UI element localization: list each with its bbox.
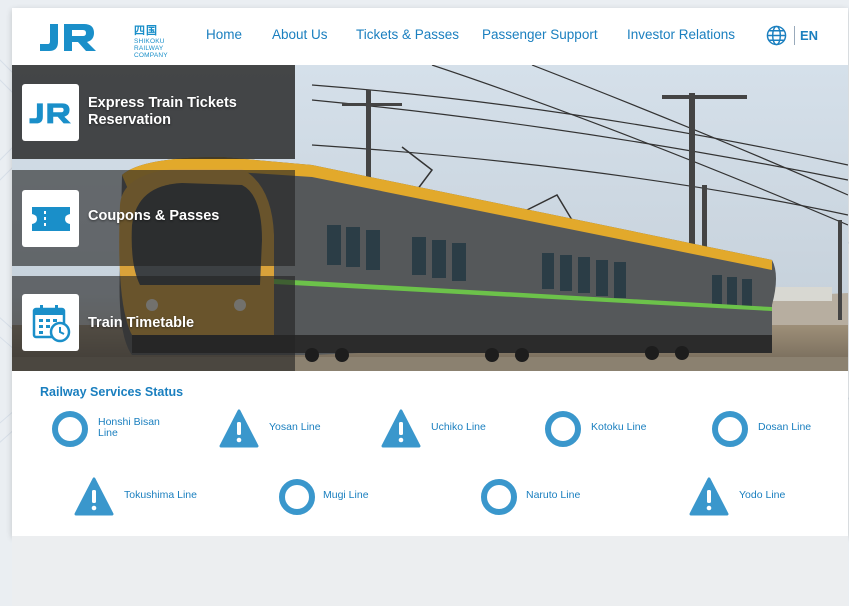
warning-icon [689,477,729,516]
calendar-clock-icon [22,294,79,351]
normal-circle-icon [279,479,315,515]
menu-express-tickets[interactable]: Express Train Tickets Reservation [12,65,295,159]
status-line-name: Mugi Line [323,489,369,501]
logo-subtitle: SHIKOKU RAILWAY COMPANY [134,38,188,59]
main-card: 四国 SHIKOKU RAILWAY COMPANY Home About Us… [12,8,848,536]
nav-passenger-support[interactable]: Passenger Support [482,27,598,42]
status-yosan-line[interactable]: Yosan Line [219,409,339,449]
status-naruto-line[interactable]: Naruto Line [479,477,599,517]
menu-train-timetable[interactable]: Train Timetable [12,276,295,371]
footer-area [12,536,848,606]
status-line-name: Yodo Line [739,489,786,501]
language-toggle[interactable]: EN [800,28,818,43]
menu-coupons-passes-label: Coupons & Passes [88,208,220,224]
warning-icon [74,477,114,516]
status-section-title: Railway Services Status [40,385,184,399]
site-logo[interactable]: 四国 SHIKOKU RAILWAY COMPANY [38,20,188,59]
jr-logo-icon [22,84,79,141]
hero-banner: Express Train Tickets Reservation Coupon… [12,65,848,371]
menu-label-line2: Reservation [88,112,172,128]
globe-icon[interactable] [766,25,787,46]
hero-quick-menu: Express Train Tickets Reservation Coupon… [12,65,295,371]
nav-tickets-passes[interactable]: Tickets & Passes [356,27,459,42]
status-line-name: Uchiko Line [431,421,486,433]
warning-icon [219,409,259,448]
status-line-name-2: Line [98,427,118,439]
menu-train-timetable-label: Train Timetable [88,315,195,331]
ticket-icon [22,190,79,247]
jr-logo-icon [40,24,96,51]
normal-circle-icon [52,411,88,447]
status-line-name: Naruto Line [526,489,581,501]
logo-kanji: 四国 [134,25,158,37]
status-line-name: Tokushima Line [124,489,197,501]
status-kotoku-line[interactable]: Kotoku Line [543,409,663,449]
logo-subtitle-line2: RAILWAY COMPANY [134,45,168,59]
normal-circle-icon [712,411,748,447]
menu-coupons-passes[interactable]: Coupons & Passes [12,170,295,266]
normal-circle-icon [481,479,517,515]
status-uchiko-line[interactable]: Uchiko Line [381,409,501,449]
status-tokushima-line[interactable]: Tokushima Line [74,477,224,517]
status-line-name: Dosan Line [758,421,812,433]
nav-investor-relations[interactable]: Investor Relations [627,27,735,42]
status-line-name: Honshi Bisan Line [98,417,160,439]
status-honshi-bisan-line[interactable]: Honshi Bisan Line [50,409,190,449]
status-yodo-line[interactable]: Yodo Line [689,477,809,517]
logo-subtitle-line1: SHIKOKU [134,38,165,45]
site-header: 四国 SHIKOKU RAILWAY COMPANY Home About Us… [12,8,848,65]
status-dosan-line[interactable]: Dosan Line [710,409,830,449]
warning-icon [381,409,421,448]
nav-home[interactable]: Home [206,27,242,42]
normal-circle-icon [545,411,581,447]
status-mugi-line[interactable]: Mugi Line [277,477,397,517]
language-divider [794,26,795,45]
status-line-name: Yosan Line [269,421,321,433]
menu-label-line1: Express Train Tickets [88,95,237,111]
menu-express-tickets-label: Express Train Tickets Reservation [88,95,237,129]
status-line-name: Kotoku Line [591,421,647,433]
nav-about-us[interactable]: About Us [272,27,328,42]
